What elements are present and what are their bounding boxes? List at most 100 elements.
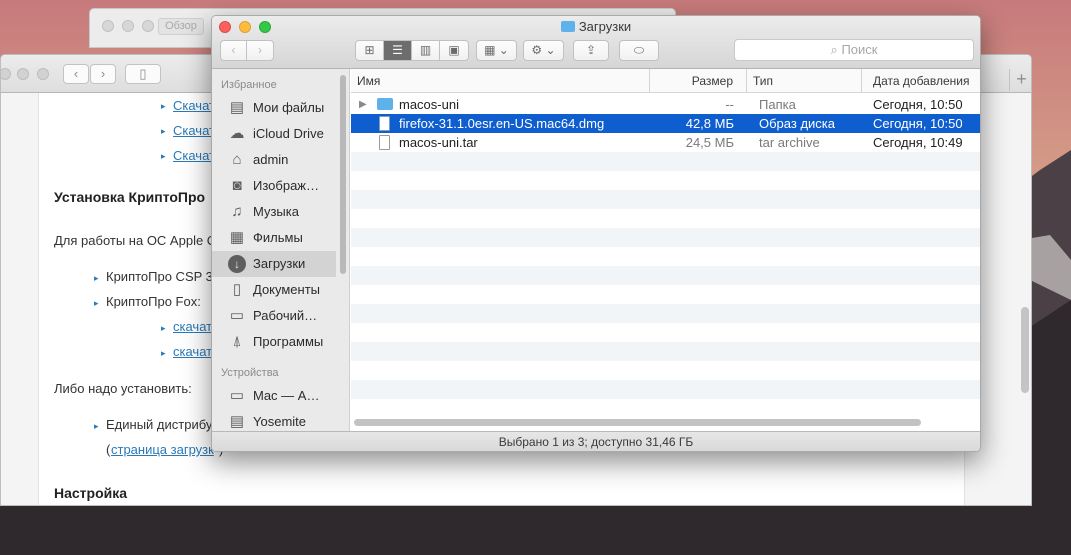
home-icon: ⌂ bbox=[232, 151, 242, 168]
downloads-folder-icon bbox=[560, 21, 575, 32]
download-link[interactable]: Скачат bbox=[173, 148, 215, 163]
nav-buttons: ‹ › bbox=[220, 40, 274, 61]
list-icon: ☰ bbox=[392, 43, 403, 57]
bullet-icon: ▸ bbox=[94, 273, 99, 283]
bullet-icon: ▸ bbox=[161, 348, 166, 358]
download-link[interactable]: Скачат bbox=[173, 98, 215, 113]
file-size: -- bbox=[725, 97, 734, 112]
file-size: 24,5 МБ bbox=[685, 135, 734, 150]
file-name: macos-uni bbox=[399, 97, 459, 112]
page-scrollbar[interactable] bbox=[1021, 307, 1029, 393]
gear-icon: ⚙ ⌄ bbox=[531, 43, 556, 57]
back-button[interactable]: ‹ bbox=[221, 41, 247, 60]
file-kind: Папка bbox=[759, 97, 796, 112]
horizontal-scrollbar[interactable] bbox=[354, 419, 921, 426]
sidebar-item-label: Документы bbox=[253, 282, 321, 297]
tags-button[interactable]: ⬭ bbox=[619, 40, 659, 61]
empty-row bbox=[351, 399, 980, 418]
action-button[interactable]: ⚙ ⌄ bbox=[523, 40, 564, 61]
disk-image-icon bbox=[379, 116, 390, 131]
arrange-button[interactable]: ▦ ⌄ bbox=[476, 40, 517, 61]
sidebar-item-all-files[interactable]: ▤ Мои файлы bbox=[212, 95, 336, 121]
empty-row bbox=[351, 342, 980, 361]
empty-row bbox=[351, 190, 980, 209]
sidebar-scrollbar[interactable] bbox=[340, 75, 346, 274]
file-name: macos-uni.tar bbox=[399, 135, 478, 150]
column-header-date[interactable]: Дата добавления bbox=[862, 69, 980, 93]
download-link[interactable]: Скачат bbox=[173, 123, 215, 138]
devices-header: Устройства bbox=[221, 367, 279, 379]
empty-row bbox=[351, 304, 980, 323]
list-view-button[interactable]: ☰ bbox=[384, 41, 412, 60]
sidebar-item-label: Рабочий… bbox=[253, 308, 318, 323]
sidebar-item-applications[interactable]: ⍋ Программы bbox=[212, 329, 336, 355]
grid-icon: ⊞ bbox=[364, 43, 375, 57]
share-icon: ⇪ bbox=[585, 43, 597, 57]
paren-open: ( bbox=[106, 442, 111, 457]
cover-flow-button[interactable]: ▣ bbox=[440, 41, 468, 60]
column-view-button[interactable]: ▥ bbox=[412, 41, 440, 60]
archive-icon bbox=[379, 135, 390, 150]
sidebar-item-downloads[interactable]: ↓ Загрузки bbox=[212, 251, 336, 277]
download-link[interactable]: скачат bbox=[173, 344, 212, 359]
minimize-light-inactive[interactable] bbox=[17, 68, 29, 80]
file-list: Имя Размер Тип Дата добавления ▶ macos-u… bbox=[351, 69, 980, 431]
share-button[interactable]: ⇪ bbox=[573, 40, 609, 61]
sidebar-item-desktop[interactable]: ▭ Рабочий… bbox=[212, 303, 336, 329]
cloud-icon: ☁ bbox=[229, 125, 245, 142]
file-date: Сегодня, 10:50 bbox=[873, 97, 963, 112]
back-button[interactable]: ‹ bbox=[63, 64, 89, 84]
download-icon: ↓ bbox=[228, 255, 246, 273]
sidebar-item-documents[interactable]: ▯ Документы bbox=[212, 277, 336, 303]
view-mode-control: ⊞ ☰ ▥ ▣ bbox=[355, 40, 469, 61]
column-header-name[interactable]: Имя bbox=[351, 69, 650, 93]
window-title: Загрузки bbox=[212, 19, 980, 34]
empty-row bbox=[351, 323, 980, 342]
computer-icon: ▭ bbox=[229, 387, 245, 404]
status-bar: Выбрано 1 из 3; доступно 31,46 ГБ bbox=[212, 431, 980, 451]
search-field[interactable]: ⌕ Поиск bbox=[734, 39, 974, 61]
file-kind: Образ диска bbox=[759, 116, 835, 131]
zoom-light-inactive[interactable] bbox=[37, 68, 49, 80]
forward-button[interactable]: › bbox=[90, 64, 116, 84]
download-page-link[interactable]: страница загрузк bbox=[111, 442, 214, 457]
column-header-kind[interactable]: Тип bbox=[747, 69, 862, 93]
sidebar-toggle-button[interactable]: ▯ bbox=[125, 64, 161, 84]
section-heading: Настройка bbox=[54, 485, 128, 501]
sidebar-item-label: Мои файлы bbox=[253, 100, 325, 115]
minimize-light-inactive[interactable] bbox=[122, 20, 134, 32]
sidebar-item-pictures[interactable]: ◙ Изображ… bbox=[212, 173, 336, 199]
close-light-inactive[interactable] bbox=[102, 20, 114, 32]
tag-icon: ⬭ bbox=[633, 43, 645, 57]
sidebar-item-icloud[interactable]: ☁ iCloud Drive bbox=[212, 121, 336, 147]
download-link[interactable]: скачат bbox=[173, 319, 212, 334]
file-row[interactable]: macos-uni.tar 24,5 МБ tar archive Сегодн… bbox=[351, 133, 980, 152]
paragraph-text: Для работы на ОС Apple C bbox=[54, 233, 217, 248]
column-header-size[interactable]: Размер bbox=[650, 69, 747, 93]
sidebar-item-label: Музыка bbox=[253, 204, 299, 219]
empty-row bbox=[351, 209, 980, 228]
sidebar-item-mac[interactable]: ▭ Mac — А… bbox=[212, 383, 336, 409]
favorites-header: Избранное bbox=[221, 79, 277, 91]
finder-window[interactable]: Загрузки ‹ › ⊞ ☰ ▥ ▣ ▦ ⌄ ⚙ ⌄ ⇪ ⬭ ⌕ Поиск Изб… bbox=[211, 15, 981, 452]
file-kind: tar archive bbox=[759, 135, 820, 150]
sidebar-item-home[interactable]: ⌂ admin bbox=[212, 147, 336, 173]
overview-tab[interactable]: Обзор bbox=[158, 18, 204, 35]
icon-view-button[interactable]: ⊞ bbox=[356, 41, 384, 60]
bullet-icon: ▸ bbox=[161, 151, 166, 161]
sidebar-item-music[interactable]: ♫ Музыка bbox=[212, 199, 336, 225]
forward-button[interactable]: › bbox=[247, 41, 273, 60]
film-icon: ▦ bbox=[229, 229, 245, 246]
file-size: 42,8 МБ bbox=[685, 116, 734, 131]
disclosure-triangle-icon[interactable]: ▶ bbox=[359, 95, 367, 114]
new-tab-button[interactable]: + bbox=[1009, 69, 1031, 91]
camera-icon: ◙ bbox=[232, 177, 242, 194]
list-item: Единый дистрибу bbox=[106, 417, 213, 432]
list-header: Имя Размер Тип Дата добавления bbox=[351, 69, 980, 93]
file-row[interactable]: ▶ macos-uni -- Папка Сегодня, 10:50 bbox=[351, 95, 980, 114]
zoom-light-inactive[interactable] bbox=[142, 20, 154, 32]
file-row-selected[interactable]: firefox-31.1.0esr.en-US.mac64.dmg 42,8 М… bbox=[351, 114, 980, 133]
close-light-inactive[interactable] bbox=[1, 68, 11, 80]
sidebar-item-movies[interactable]: ▦ Фильмы bbox=[212, 225, 336, 251]
sidebar-item-label: Yosemite bbox=[253, 414, 306, 429]
